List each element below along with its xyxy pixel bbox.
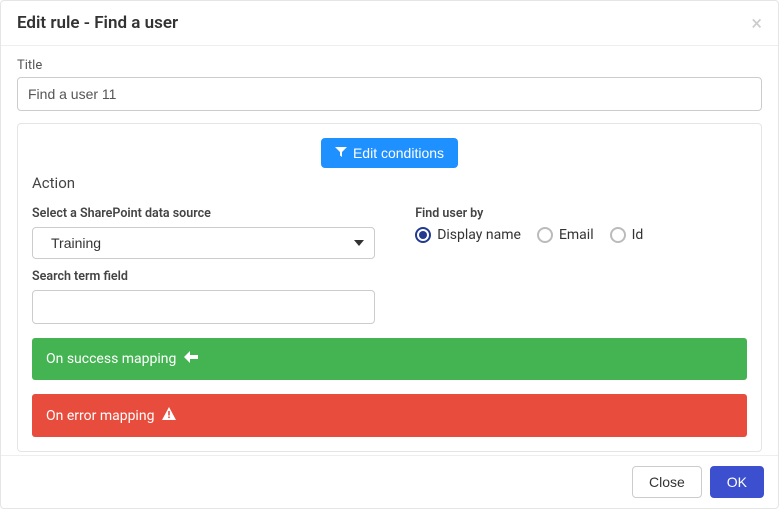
action-section-title: Action [32, 174, 747, 192]
edit-conditions-wrap: Edit conditions [32, 138, 747, 168]
radio-label: Email [559, 227, 594, 243]
find-by-radio-group: Display name Email Id [415, 227, 747, 243]
edit-conditions-button[interactable]: Edit conditions [321, 138, 458, 168]
error-mapping-bar[interactable]: On error mapping [32, 394, 747, 437]
modal-title: Edit rule - Find a user [17, 13, 178, 33]
source-label: Select a SharePoint data source [32, 206, 375, 221]
error-mapping-label: On error mapping [46, 408, 154, 424]
radio-label: Id [632, 227, 644, 243]
radio-circle-icon [610, 227, 626, 243]
search-label: Search term field [32, 269, 375, 284]
warning-icon [162, 407, 176, 424]
radio-circle-icon [537, 227, 553, 243]
modal-body: Title Edit conditions Action Select a Sh… [1, 46, 778, 455]
title-label: Title [17, 58, 762, 73]
search-term-input[interactable] [32, 290, 375, 324]
title-input[interactable] [17, 77, 762, 111]
ok-button[interactable]: OK [710, 466, 764, 498]
close-icon[interactable]: × [751, 13, 762, 33]
radio-id[interactable]: Id [610, 227, 644, 243]
arrow-left-icon [184, 351, 198, 367]
radio-label: Display name [437, 227, 521, 243]
radio-circle-icon [415, 227, 431, 243]
edit-rule-modal: Edit rule - Find a user × Title Edit con… [0, 0, 779, 509]
radio-display-name[interactable]: Display name [415, 227, 521, 243]
edit-conditions-label: Edit conditions [353, 145, 444, 161]
close-button[interactable]: Close [632, 466, 702, 498]
radio-email[interactable]: Email [537, 227, 594, 243]
modal-footer: Close OK [1, 455, 778, 508]
search-term-group: Search term field [32, 269, 375, 324]
modal-header: Edit rule - Find a user × [1, 1, 778, 46]
action-row: Select a SharePoint data source Training… [32, 206, 747, 324]
find-by-column: Find user by Display name Email Id [415, 206, 747, 324]
success-mapping-bar[interactable]: On success mapping [32, 338, 747, 380]
action-card: Edit conditions Action Select a SharePoi… [17, 123, 762, 452]
filter-icon [335, 145, 347, 161]
find-by-label: Find user by [415, 206, 747, 221]
source-select[interactable]: Training [32, 227, 375, 259]
success-mapping-label: On success mapping [46, 351, 176, 367]
source-column: Select a SharePoint data source Training… [32, 206, 375, 324]
radio-dot-icon [419, 231, 427, 239]
